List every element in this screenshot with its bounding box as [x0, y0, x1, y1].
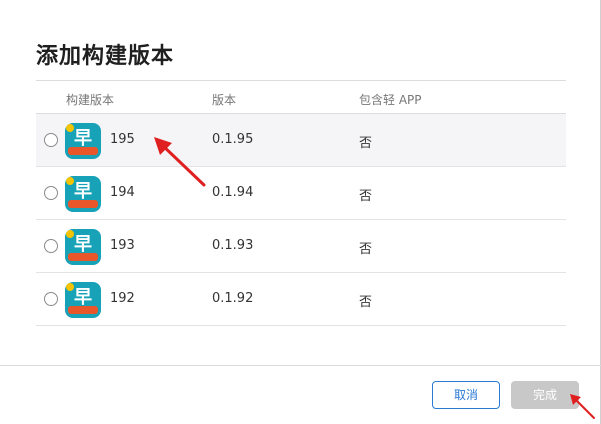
build-radio[interactable] [44, 239, 58, 253]
cancel-button[interactable]: 取消 [432, 381, 500, 409]
table-row[interactable]: 早 192 0.1.92 否 [36, 273, 566, 326]
lite-app-value: 否 [359, 136, 373, 151]
version-number: 0.1.94 [212, 185, 254, 200]
app-icon: 早 [65, 123, 101, 159]
app-icon: 早 [65, 282, 101, 318]
build-radio[interactable] [44, 292, 58, 306]
version-number: 0.1.95 [212, 132, 254, 147]
build-number: 192 [110, 291, 135, 306]
column-header-build: 构建版本 [66, 93, 115, 107]
lite-app-value: 否 [359, 189, 373, 204]
dialog-footer: 取消 完成 [0, 365, 601, 424]
build-number: 194 [110, 185, 135, 200]
column-header-version: 版本 [212, 93, 237, 107]
dialog-title: 添加构建版本 [36, 44, 175, 69]
table-row[interactable]: 早 193 0.1.93 否 [36, 220, 566, 273]
build-radio[interactable] [44, 133, 58, 147]
app-icon: 早 [65, 176, 101, 212]
build-radio[interactable] [44, 186, 58, 200]
table-header: 构建版本 版本 包含轻 APP [36, 80, 566, 114]
version-number: 0.1.93 [212, 238, 254, 253]
build-number: 193 [110, 238, 135, 253]
app-icon: 早 [65, 229, 101, 265]
done-button[interactable]: 完成 [511, 381, 579, 409]
table-row[interactable]: 早 195 0.1.95 否 [36, 114, 566, 167]
build-table: 构建版本 版本 包含轻 APP 早 195 0.1.95 否 早 194 0.1… [36, 80, 566, 326]
lite-app-value: 否 [359, 242, 373, 257]
lite-app-value: 否 [359, 295, 373, 310]
column-header-lite-app: 包含轻 APP [359, 93, 422, 107]
add-build-dialog: 添加构建版本 构建版本 版本 包含轻 APP 早 195 0.1.95 否 早 … [0, 0, 601, 424]
version-number: 0.1.92 [212, 291, 254, 306]
build-number: 195 [110, 132, 135, 147]
table-row[interactable]: 早 194 0.1.94 否 [36, 167, 566, 220]
